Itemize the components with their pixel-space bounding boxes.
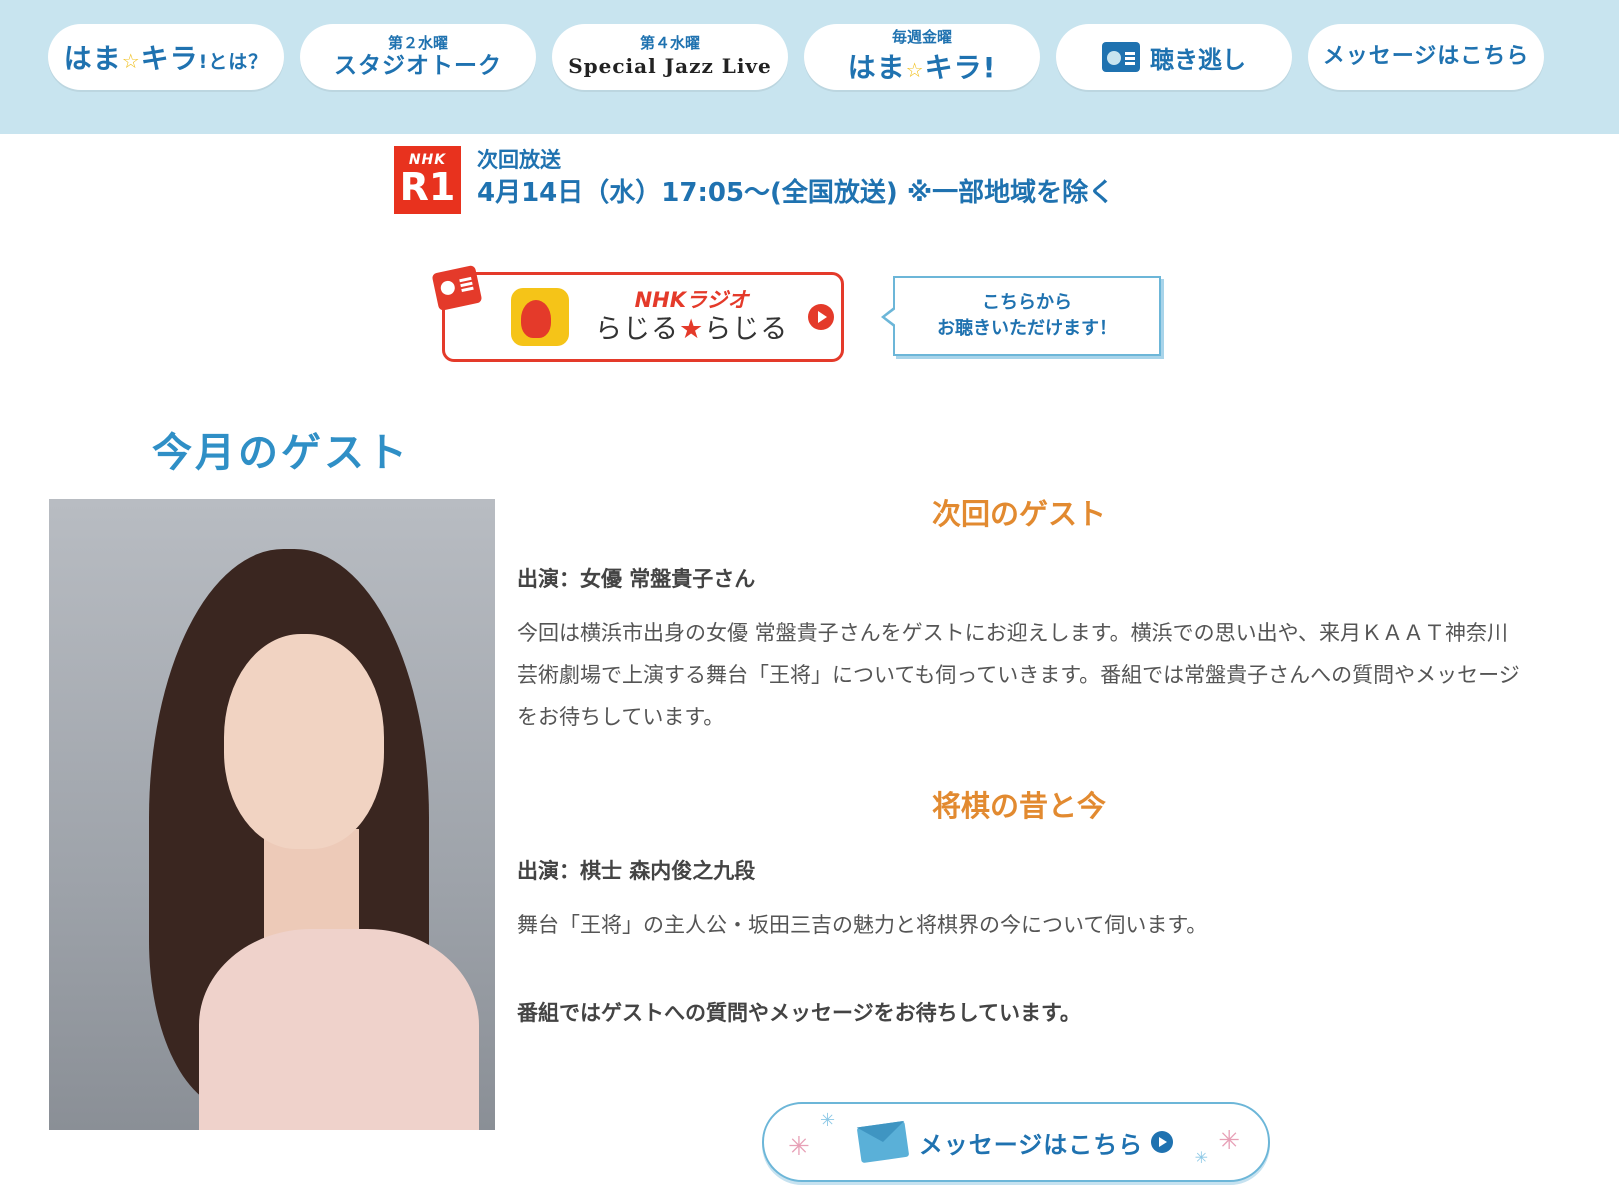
nav-label: キラ bbox=[140, 42, 199, 75]
radiru-name-part: らじる bbox=[704, 314, 789, 345]
radiru-app-icon bbox=[511, 288, 569, 346]
radio-icon bbox=[431, 264, 483, 312]
topic-title: 将棋の昔と今 bbox=[931, 789, 1106, 823]
radiru-name: らじる★らじる bbox=[595, 313, 788, 347]
nhk-r1-logo: NHK R1 bbox=[394, 146, 461, 214]
main-nav: はま☆キラ!とは？ 第２水曜 スタジオトーク 第４水曜 Special Jazz… bbox=[48, 24, 1588, 92]
broadcast-label: 次回放送 bbox=[477, 148, 561, 172]
header-band: はま☆キラ!とは？ 第２水曜 スタジオトーク 第４水曜 Special Jazz… bbox=[0, 0, 1619, 134]
nav-message[interactable]: メッセージはこちら bbox=[1308, 24, 1544, 90]
sparkle-icon: ✳ bbox=[820, 1110, 836, 1131]
star-icon: ★ bbox=[679, 314, 705, 345]
nav-studio-talk[interactable]: 第２水曜 スタジオトーク bbox=[300, 24, 536, 90]
topic-description: 舞台「王将」の主人公・坂田三吉の魅力と将棋界の今について伺います。 bbox=[517, 913, 1208, 937]
topic-performer: 出演：棋士 森内俊之九段 bbox=[517, 859, 756, 883]
nav-catch-up[interactable]: 聴き逃し bbox=[1056, 24, 1292, 90]
message-button[interactable]: ✳ ✳ ✳ ✳ メッセージはこちら bbox=[762, 1102, 1270, 1182]
message-button-label: メッセージはこちら bbox=[918, 1130, 1144, 1159]
r1-logo-text: R1 bbox=[399, 165, 456, 209]
photo-face bbox=[224, 634, 384, 849]
radiru-name-part: らじる bbox=[595, 314, 679, 345]
callout-line: お聴きいただけます！ bbox=[937, 318, 1117, 339]
nav-sublabel: 毎週金曜 bbox=[891, 27, 952, 46]
radiru-brand: NHKラジオ bbox=[634, 288, 749, 312]
sparkle-icon: ✳ bbox=[1218, 1126, 1240, 1156]
hamakira-logo: はま☆キラ!とは？ bbox=[64, 37, 269, 77]
hamakira-logo: はま☆キラ! bbox=[848, 46, 997, 86]
sparkle-icon: ✳ bbox=[788, 1132, 810, 1162]
star-icon: ☆ bbox=[121, 49, 141, 73]
radiru-link-button[interactable]: NHKラジオ らじる★らじる bbox=[431, 264, 844, 362]
closing-text: 番組ではゲストへの質問やメッセージをお待ちしています。 bbox=[517, 1001, 1081, 1025]
radio-icon bbox=[1102, 42, 1140, 72]
play-icon bbox=[1151, 1131, 1174, 1153]
nav-label: はま bbox=[847, 50, 906, 84]
play-icon bbox=[808, 304, 835, 330]
nav-label: スタジオトーク bbox=[334, 52, 502, 79]
nav-special-jazz-live[interactable]: 第４水曜 Special Jazz Live bbox=[552, 24, 788, 90]
nav-label-suffix: !とは？ bbox=[198, 51, 269, 73]
sparkle-icon: ✳ bbox=[1194, 1148, 1208, 1167]
nav-label: メッセージはこちら bbox=[1322, 44, 1530, 69]
topic-description: 今回は横浜市出身の女優 常盤貴子さんをゲストにお迎えします。横浜での思い出や、来… bbox=[517, 621, 1520, 729]
nav-weekly-friday[interactable]: 毎週金曜 はま☆キラ! bbox=[804, 24, 1040, 90]
photo-dress bbox=[199, 929, 479, 1130]
nav-label: 聴き逃し bbox=[1150, 45, 1246, 74]
nav-label: キラ! bbox=[924, 50, 997, 84]
guest-photo bbox=[49, 499, 495, 1130]
topic-title: 次回のゲスト bbox=[931, 497, 1106, 531]
radiru-callout: こちらから お聴きいただけます！ bbox=[881, 276, 1161, 356]
broadcast-date: 4月14日（水）17:05～(全国放送) ※一部地域を除く bbox=[477, 178, 1115, 208]
next-broadcast: NHK R1 次回放送 4月14日（水）17:05～(全国放送) ※一部地域を除… bbox=[394, 146, 1114, 214]
guest-content: 次回のゲスト 出演：女優 常盤貴子さん 今回は横浜市出身の女優 常盤貴子さんをゲ… bbox=[517, 490, 1521, 1028]
nav-sublabel: 第４水曜 bbox=[639, 33, 700, 52]
nav-label: はま bbox=[63, 42, 122, 75]
envelope-icon bbox=[856, 1120, 910, 1164]
nav-about-hamakira[interactable]: はま☆キラ!とは？ bbox=[48, 24, 284, 90]
topic-performer: 出演：女優 常盤貴子さん bbox=[517, 567, 756, 591]
star-icon: ☆ bbox=[905, 57, 925, 82]
nav-sublabel: 第２水曜 bbox=[387, 33, 448, 52]
section-heading: 今月のゲスト bbox=[152, 429, 410, 476]
callout-line: こちらから bbox=[982, 292, 1072, 313]
nav-label: Special Jazz Live bbox=[568, 53, 772, 78]
